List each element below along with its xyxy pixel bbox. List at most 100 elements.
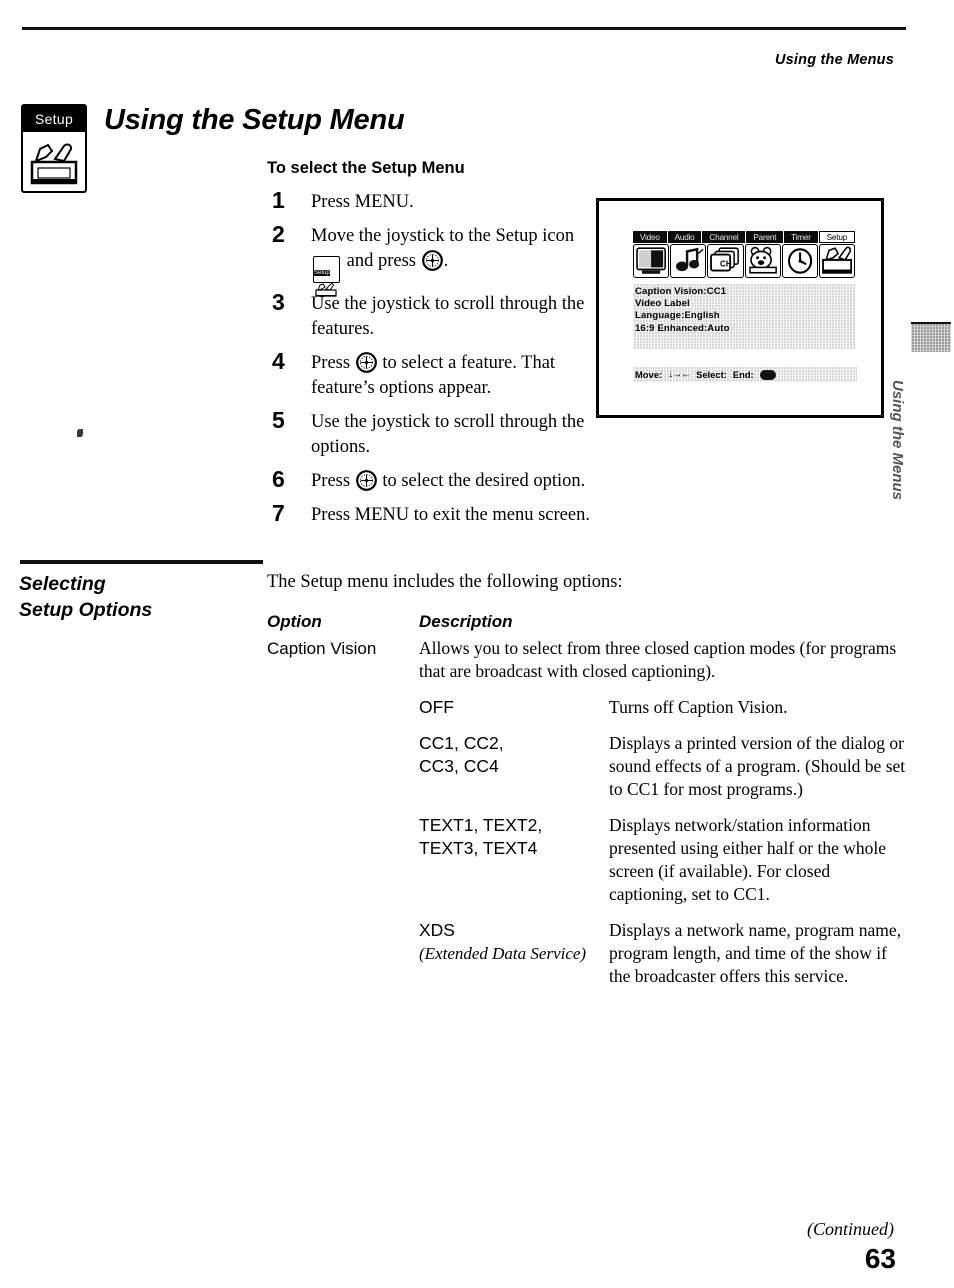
step-text: Press MENU to exit the menu screen. bbox=[311, 505, 590, 525]
header-rule bbox=[22, 27, 906, 30]
channel-icon-glyph: CH bbox=[710, 247, 740, 272]
step-text: Use the joystick to scroll through the o… bbox=[311, 412, 585, 457]
osd-menu: Video Audio Channel Parent Timer Setup C… bbox=[633, 231, 856, 349]
continued-label: (Continued) bbox=[807, 1219, 894, 1239]
svg-text:CH: CH bbox=[720, 258, 732, 268]
osd-item-caption-vision: Caption Vision:CC1 bbox=[635, 286, 727, 297]
osd-tab-audio: Audio bbox=[667, 231, 702, 243]
osd-menu-items: Caption Vision:CC1 Video Label Language:… bbox=[633, 284, 855, 349]
step-number: 6 bbox=[272, 466, 285, 492]
step-text: Press bbox=[311, 471, 351, 491]
scan-artifact bbox=[77, 429, 83, 437]
channel-cards-icon: CH bbox=[707, 244, 744, 278]
side-tab-label: Using the Menus bbox=[889, 380, 906, 501]
section-heading: Selecting Setup Options bbox=[19, 571, 259, 623]
col-header-option: Option bbox=[267, 612, 322, 631]
osd-item-enhanced: 16:9 Enhanced:Auto bbox=[635, 322, 730, 334]
osd-item-video-label: Video Label bbox=[635, 298, 690, 310]
joystick-press-icon bbox=[355, 470, 377, 491]
step-text: Use the joystick to scroll through the f… bbox=[311, 294, 585, 339]
document-page: Using the Menus Setup Using the Setup Me… bbox=[0, 0, 954, 1288]
osd-tab-parent: Parent bbox=[746, 231, 784, 243]
cell-suboption: XDS (Extended Data Service) bbox=[419, 919, 609, 988]
step-number: 2 bbox=[272, 221, 285, 247]
step-text: Move the joystick to the Setup icon bbox=[311, 226, 575, 246]
table-row: CC1, CC2, CC3, CC4 Displays a printed ve… bbox=[267, 732, 907, 801]
running-head: Using the Menus bbox=[774, 52, 894, 68]
step-text-tail: . bbox=[443, 251, 449, 271]
toolbox-icon bbox=[30, 143, 78, 185]
osd-tab-setup: Setup bbox=[818, 231, 855, 243]
step-text-cont: and press bbox=[346, 251, 416, 271]
step-text-cont: to select the desired option. bbox=[382, 471, 586, 491]
cell-suboption: TEXT1, TEXT2, TEXT3, TEXT4 bbox=[419, 815, 543, 858]
cell-spacer bbox=[267, 814, 419, 906]
parent-bear-icon bbox=[744, 244, 781, 278]
section-heading-line2: Setup Options bbox=[19, 599, 153, 621]
step-3: 3 Use the joystick to scroll through the… bbox=[267, 289, 597, 342]
table-header-row: Option Description bbox=[267, 612, 907, 632]
osd-tab-channel: Channel bbox=[702, 231, 746, 243]
cell-suboption-description: Displays network/station information pre… bbox=[609, 815, 886, 904]
parent-icon-glyph bbox=[748, 246, 777, 274]
cell-description: Allows you to select from three closed c… bbox=[419, 638, 897, 681]
step-number: 1 bbox=[272, 187, 285, 213]
col-header-description: Description bbox=[419, 612, 513, 631]
step-number: 5 bbox=[272, 407, 285, 433]
joystick-press-icon bbox=[355, 352, 377, 373]
table-row: OFF Turns off Caption Vision. bbox=[267, 696, 907, 719]
step-number: 7 bbox=[272, 500, 285, 526]
video-icon-glyph bbox=[636, 247, 666, 274]
osd-tab-video: Video bbox=[633, 231, 667, 243]
cell-spacer bbox=[267, 732, 419, 801]
section-heading-line1: Selecting bbox=[19, 573, 106, 595]
setup-icon-label: Setup bbox=[23, 106, 85, 132]
cell-suboption-description: Displays a network name, program name, p… bbox=[609, 920, 902, 986]
setup-chip-icon: Setup bbox=[313, 256, 340, 297]
cell-suboption: CC1, CC2, CC3, CC4 bbox=[419, 733, 504, 776]
step-text: Press bbox=[311, 353, 351, 373]
step-6: 6 Press to select the desired option. bbox=[267, 466, 597, 494]
osd-icon-row: CH bbox=[633, 244, 856, 278]
osd-tab-timer: Timer bbox=[784, 231, 818, 243]
cell-option: Caption Vision bbox=[267, 639, 377, 658]
cell-suboption-description: Turns off Caption Vision. bbox=[609, 697, 788, 717]
table-row: XDS (Extended Data Service) Displays a n… bbox=[267, 919, 907, 988]
step-5: 5 Use the joystick to scroll through the… bbox=[267, 407, 597, 460]
cell-suboption: OFF bbox=[419, 697, 454, 717]
timer-icon-glyph bbox=[787, 248, 812, 274]
step-text: Press MENU. bbox=[311, 192, 414, 212]
step-number: 3 bbox=[272, 289, 285, 315]
section-intro: The Setup menu includes the following op… bbox=[267, 572, 623, 592]
tv-screen-illustration: Video Audio Channel Parent Timer Setup C… bbox=[596, 198, 884, 418]
audio-icon-glyph bbox=[676, 247, 704, 272]
cell-spacer bbox=[267, 919, 419, 988]
setup-toolbox-icon bbox=[818, 244, 856, 278]
setup-margin-icon: Setup bbox=[21, 104, 87, 193]
section-rule bbox=[20, 560, 263, 564]
end-button-icon bbox=[759, 369, 776, 380]
cell-suboption-description: Displays a printed version of the dialog… bbox=[609, 733, 906, 799]
step-number: 4 bbox=[272, 348, 285, 374]
osd-move-arrows: ↓→← bbox=[668, 369, 691, 380]
osd-item-language: Language:English bbox=[635, 310, 720, 322]
table-row: TEXT1, TEXT2, TEXT3, TEXT4 Displays netw… bbox=[267, 814, 907, 906]
audio-note-icon bbox=[670, 244, 707, 278]
page-title: Using the Setup Menu bbox=[104, 104, 405, 136]
clock-icon bbox=[781, 244, 818, 278]
step-7: 7 Press MENU to exit the menu screen. bbox=[267, 500, 597, 528]
setup-icon-glyph bbox=[821, 246, 852, 274]
suboption-label: XDS bbox=[419, 920, 455, 940]
osd-select-label: Select: bbox=[696, 369, 727, 380]
osd-move-label: Move: bbox=[635, 369, 663, 380]
setup-chip-icon-label: Setup bbox=[314, 270, 330, 276]
table-row: Caption Vision Allows you to select from… bbox=[267, 637, 907, 683]
osd-hint-bar: Move: ↓→← Select: End: bbox=[633, 367, 857, 382]
osd-tab-bar: Video Audio Channel Parent Timer Setup bbox=[633, 231, 855, 243]
step-2: 2 Move the joystick to the Setup icon Se… bbox=[267, 221, 597, 297]
procedure-steps: 1 Press MENU. 2 Move the joystick to the… bbox=[267, 187, 597, 537]
suboption-note: (Extended Data Service) bbox=[419, 944, 587, 963]
cell-spacer bbox=[267, 696, 419, 719]
step-1: 1 Press MENU. bbox=[267, 187, 597, 215]
step-4: 4 Press to select a feature. That featur… bbox=[267, 348, 597, 401]
